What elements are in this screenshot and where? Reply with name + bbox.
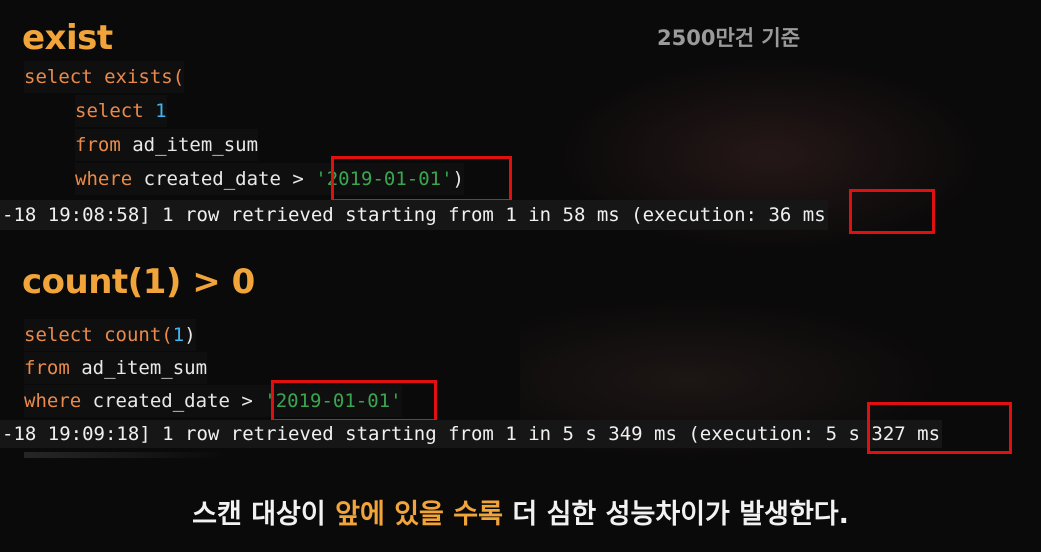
close-paren: )	[184, 324, 196, 346]
caption-part: 스캔 대상이	[192, 499, 336, 530]
keyword: where	[75, 168, 133, 190]
faded-code-remnant	[24, 452, 224, 458]
log-text: -18 19:09:18] 1 row retrieved starting f…	[2, 423, 815, 445]
execution-highlight-box	[867, 402, 1012, 454]
keyword: select	[24, 66, 93, 88]
condition: created_date >	[143, 168, 304, 190]
keyword: from	[75, 134, 121, 156]
code-line: select exists(	[24, 61, 185, 93]
date-highlight-box	[331, 156, 512, 202]
date-highlight-box	[271, 380, 437, 422]
execution-highlight-box	[849, 189, 935, 234]
table-name: ad_item_sum	[132, 134, 259, 156]
function-name: count(	[104, 324, 173, 346]
code-line: select 1	[75, 95, 167, 127]
query-log: -18 19:09:18] 1 row retrieved starting f…	[0, 420, 943, 448]
keyword: from	[24, 357, 70, 379]
heading-count: count(1) > 0	[22, 262, 255, 302]
table-name: ad_item_sum	[81, 357, 208, 379]
keyword: where	[24, 390, 82, 412]
dataset-size-note: 2500만건 기준	[657, 26, 801, 50]
query-log: -18 19:08:58] 1 row retrieved starting f…	[0, 200, 828, 230]
caption-part: 더 심한 성능차이가 발생한다.	[502, 499, 849, 530]
log-text: -18 19:08:58] 1 row retrieved starting f…	[2, 204, 757, 226]
subtitle-caption: 스캔 대상이 앞에 있을 수록 더 심한 성능차이가 발생한다.	[0, 492, 1041, 531]
function-name: exists(	[104, 66, 185, 88]
condition: created_date >	[92, 390, 253, 412]
number-literal: 1	[155, 100, 167, 122]
code-line: from ad_item_sum	[24, 352, 208, 384]
execution-time: 36 ms	[768, 204, 826, 226]
code-line: select count(1)	[24, 319, 196, 351]
caption-highlight: 앞에 있을 수록	[335, 499, 503, 530]
keyword: select	[75, 100, 144, 122]
number-literal: 1	[172, 324, 185, 346]
heading-exist: exist	[22, 18, 113, 58]
code-line: from ad_item_sum	[75, 129, 259, 161]
keyword: select	[24, 324, 93, 346]
